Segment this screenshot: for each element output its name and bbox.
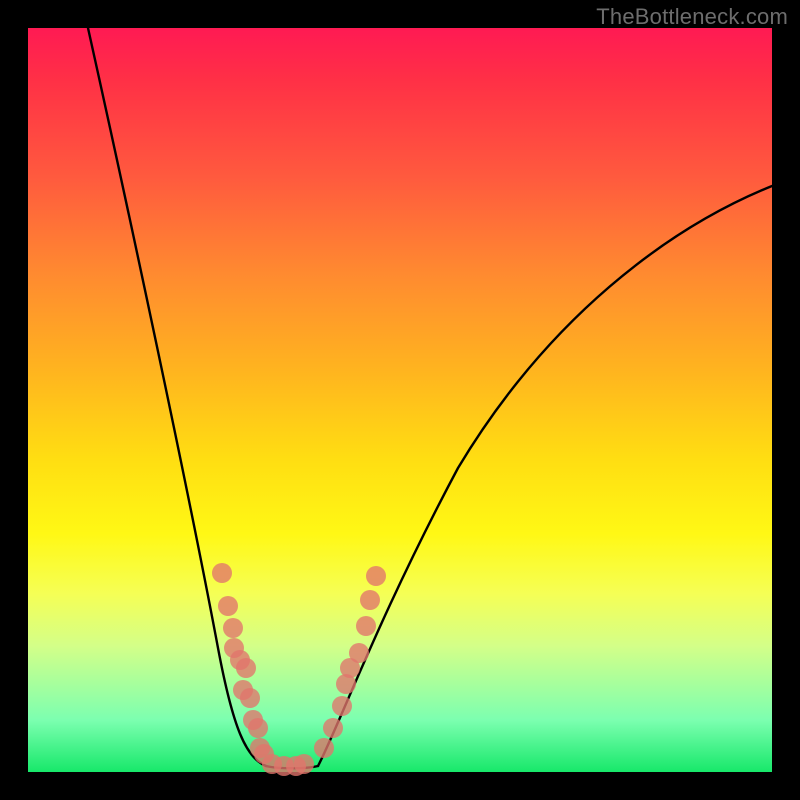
watermark-text: TheBottleneck.com <box>596 4 788 30</box>
data-dot <box>218 596 238 616</box>
data-dot <box>323 718 343 738</box>
chart-svg <box>28 28 772 772</box>
data-dot <box>248 718 268 738</box>
left-dot-cluster <box>212 563 314 776</box>
data-dot <box>314 738 334 758</box>
data-dot <box>294 754 314 774</box>
data-dot <box>356 616 376 636</box>
data-dot <box>212 563 232 583</box>
data-dot <box>366 566 386 586</box>
data-dot <box>236 658 256 678</box>
plot-area <box>28 28 772 772</box>
data-dot <box>240 688 260 708</box>
curve-right <box>318 186 772 766</box>
right-dot-cluster <box>314 566 386 758</box>
data-dot <box>223 618 243 638</box>
data-dot <box>360 590 380 610</box>
data-dot <box>332 696 352 716</box>
data-dot <box>349 643 369 663</box>
